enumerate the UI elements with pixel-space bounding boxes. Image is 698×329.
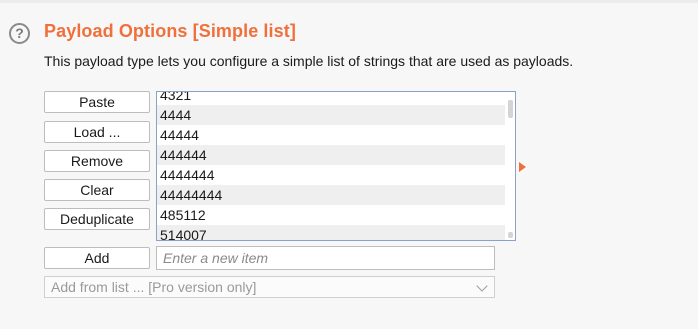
paste-button[interactable]: Paste	[44, 91, 150, 113]
section-description: This payload type lets you configure a s…	[44, 53, 574, 69]
scrollbar-thumb-end	[508, 232, 513, 238]
list-item[interactable]: 514007	[157, 225, 506, 240]
list-item[interactable]: 485112	[157, 205, 506, 225]
payload-list[interactable]: 4321 4444 44444 444444 4444444 44444444 …	[156, 91, 516, 241]
chevron-down-icon	[476, 280, 488, 292]
list-scrollbar[interactable]	[505, 92, 515, 240]
deduplicate-button[interactable]: Deduplicate	[44, 208, 150, 230]
expand-arrow-icon[interactable]	[519, 162, 526, 172]
add-from-list-label: Add from list ... [Pro version only]	[51, 279, 257, 295]
scrollbar-thumb[interactable]	[508, 100, 513, 118]
remove-button[interactable]: Remove	[44, 150, 150, 172]
list-item[interactable]: 4444444	[157, 165, 506, 185]
add-from-list-select[interactable]: Add from list ... [Pro version only]	[44, 276, 495, 298]
list-item[interactable]: 4321	[157, 92, 506, 105]
list-item[interactable]: 44444	[157, 125, 506, 145]
help-icon[interactable]: ?	[9, 23, 30, 44]
clear-button[interactable]: Clear	[44, 179, 150, 201]
section-title: Payload Options [Simple list]	[44, 21, 296, 41]
new-item-input[interactable]	[156, 246, 495, 270]
divider	[0, 0, 698, 3]
add-button[interactable]: Add	[44, 247, 150, 269]
list-item[interactable]: 44444444	[157, 185, 506, 205]
list-item[interactable]: 444444	[157, 145, 506, 165]
load-button[interactable]: Load ...	[44, 121, 150, 143]
list-item[interactable]: 4444	[157, 105, 506, 125]
payload-options-panel: ? Payload Options [Simple list] This pay…	[0, 0, 698, 329]
